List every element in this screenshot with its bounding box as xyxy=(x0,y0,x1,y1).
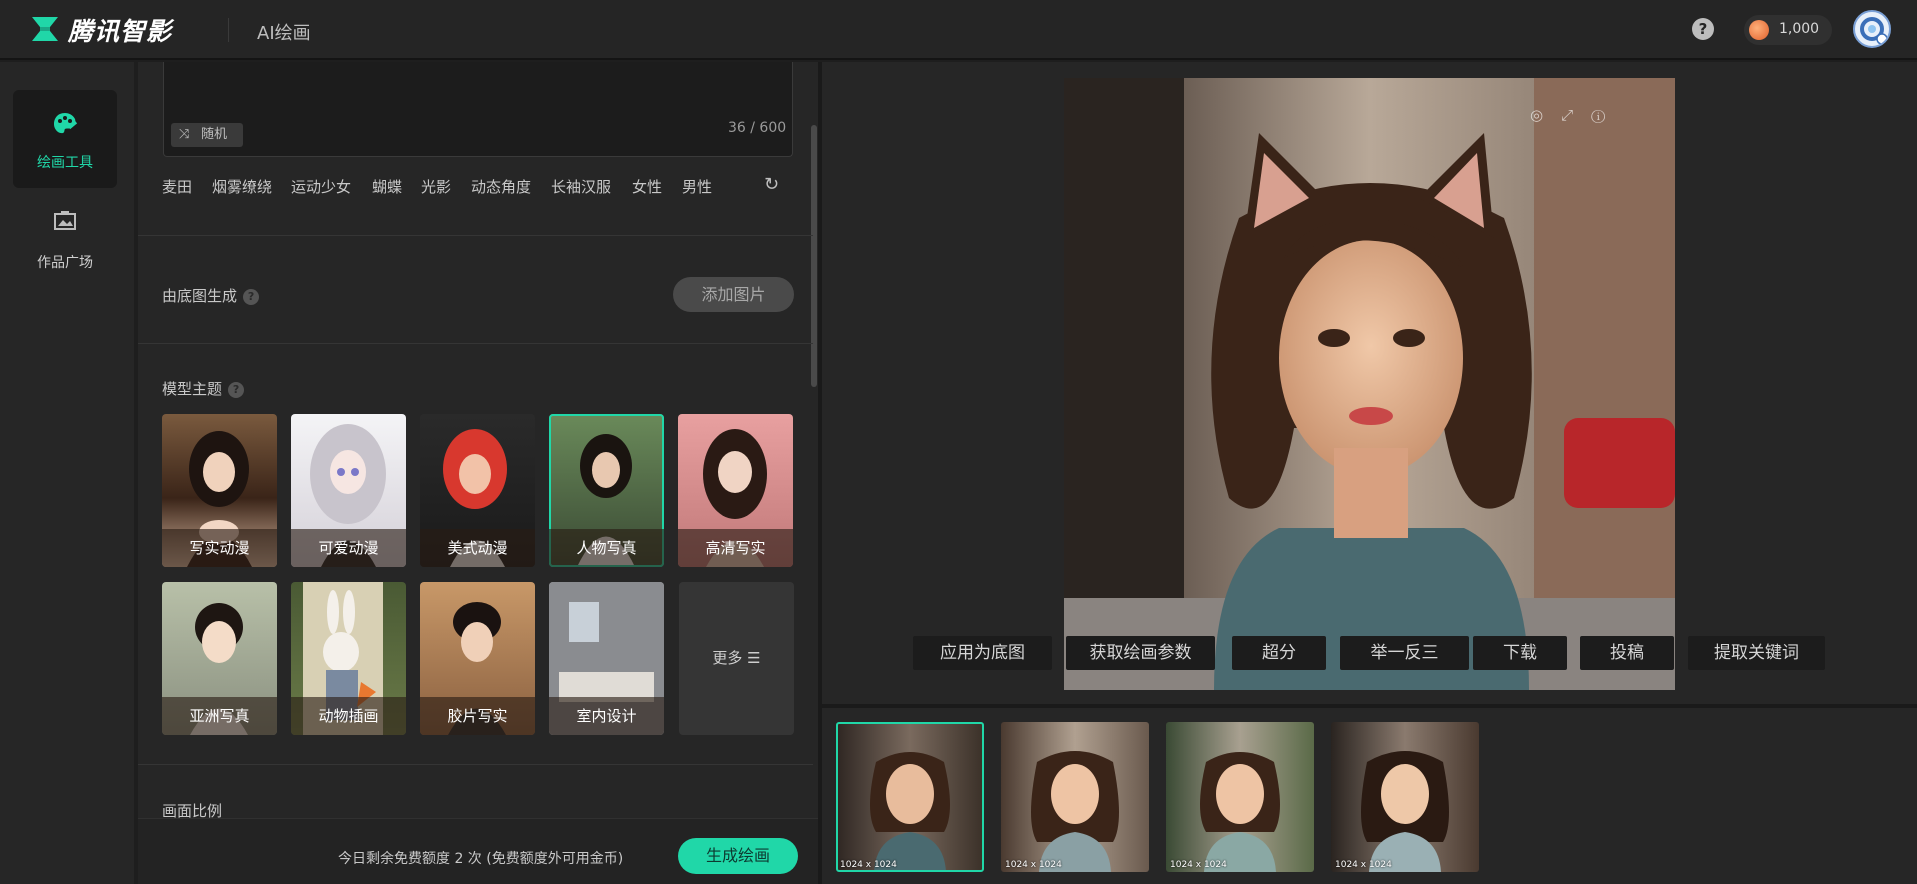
refresh-tags-icon[interactable]: ↻ xyxy=(764,174,779,195)
prompt-tag[interactable]: 麦田 xyxy=(162,176,192,197)
help-icon[interactable]: ? xyxy=(243,289,260,305)
section-divider xyxy=(138,235,813,236)
prompt-tag[interactable]: 动态角度 xyxy=(471,176,531,197)
random-prompt-button[interactable]: ⤨ 随机 xyxy=(171,123,243,147)
prompt-input[interactable] xyxy=(163,62,793,157)
add-image-button[interactable]: 添加图片 xyxy=(673,277,794,312)
result-thumbnail[interactable]: 1024 x 1024 xyxy=(836,722,984,872)
info-icon[interactable]: ⓘ xyxy=(1591,106,1623,124)
random-label: 随机 xyxy=(201,127,228,142)
thumbnail-image xyxy=(1361,751,1449,872)
model-label: 高清写实 xyxy=(678,529,793,567)
model-label: 写实动漫 xyxy=(162,529,277,567)
rail-item-draw-tools[interactable]: 绘画工具 xyxy=(13,90,117,188)
panel-scrollbar[interactable] xyxy=(811,125,817,387)
model-card-asian-portrait[interactable]: 亚洲写真 xyxy=(162,582,277,735)
model-card-american-anime[interactable]: 美式动漫 xyxy=(420,414,535,567)
submit-button[interactable]: 投稿 xyxy=(1580,636,1674,670)
shuffle-icon: ⤨ xyxy=(179,127,190,142)
portrait-image xyxy=(1064,78,1675,690)
thumbnail-image xyxy=(870,752,950,872)
avatar[interactable] xyxy=(1853,10,1891,48)
model-card-cute-anime[interactable]: 可爱动漫 xyxy=(291,414,406,567)
prompt-tag[interactable]: 运动少女 xyxy=(291,176,351,197)
model-label: 动物插画 xyxy=(291,697,406,735)
palette-icon xyxy=(54,113,78,134)
header-divider xyxy=(228,18,229,42)
model-theme-label: 模型主题? xyxy=(162,378,245,399)
expand-icon[interactable]: ⤢ xyxy=(1561,106,1591,124)
thumbnail-size: 1024 x 1024 xyxy=(1005,860,1062,870)
top-header: 腾讯智影 AI绘画 ? 1,000 xyxy=(0,0,1917,60)
brand-name[interactable]: 腾讯智影 xyxy=(68,12,172,48)
gallery-icon xyxy=(54,211,76,230)
zoom-icon[interactable]: ◎ xyxy=(1530,106,1561,124)
model-card-interior-design[interactable]: 室内设计 xyxy=(549,582,664,735)
help-icon[interactable]: ? xyxy=(228,382,245,398)
variations-button[interactable]: 举一反三 xyxy=(1340,636,1469,670)
prompt-tag[interactable]: 蝴蝶 xyxy=(372,176,402,197)
upscale-button[interactable]: 超分 xyxy=(1232,636,1326,670)
model-card-film-realistic[interactable]: 胶片写实 xyxy=(420,582,535,735)
prompt-tag[interactable]: 长袖汉服 xyxy=(551,176,611,197)
prompt-tag[interactable]: 烟雾缭绕 xyxy=(212,176,272,197)
generate-button[interactable]: 生成绘画 xyxy=(678,838,798,874)
section-divider xyxy=(138,764,813,765)
extract-keywords-button[interactable]: 提取关键词 xyxy=(1688,636,1825,670)
prompt-tag[interactable]: 男性 xyxy=(682,176,712,197)
image-toolbar: ◎⤢ⓘ xyxy=(1530,106,1623,124)
model-label: 人物写真 xyxy=(549,529,664,567)
download-button[interactable]: 下载 xyxy=(1473,636,1567,670)
model-label: 可爱动漫 xyxy=(291,529,406,567)
thumbnail-image xyxy=(1200,752,1280,872)
app-title: AI绘画 xyxy=(257,23,311,44)
prompt-tag[interactable]: 光影 xyxy=(421,176,451,197)
coin-balance[interactable]: 1,000 xyxy=(1744,15,1832,45)
result-thumbnail[interactable]: 1024 x 1024 xyxy=(1166,722,1314,872)
model-label: 美式动漫 xyxy=(420,529,535,567)
more-models-button[interactable]: 更多 ☰ xyxy=(679,582,794,735)
result-thumbnail[interactable]: 1024 x 1024 xyxy=(1331,722,1479,872)
thumbnail-size: 1024 x 1024 xyxy=(1170,860,1227,870)
left-rail: 绘画工具 作品广场 xyxy=(0,62,134,884)
base-image-label: 由底图生成? xyxy=(162,285,260,306)
main-preview-image[interactable] xyxy=(1064,78,1675,690)
thumbnail-size: 1024 x 1024 xyxy=(1335,860,1392,870)
rail-item-gallery[interactable]: 作品广场 xyxy=(13,190,117,288)
model-label: 胶片写实 xyxy=(420,697,535,735)
coin-icon xyxy=(1749,20,1769,40)
rail-label: 作品广场 xyxy=(37,255,93,271)
avatar-icon xyxy=(1860,17,1888,45)
coin-count: 1,000 xyxy=(1779,21,1820,37)
result-thumbnail[interactable]: 1024 x 1024 xyxy=(1001,722,1149,872)
free-quota-text: 今日剩余免费额度 2 次 (免费额度外可用金币) xyxy=(338,851,624,867)
model-label: 亚洲写真 xyxy=(162,697,277,735)
apply-as-base-button[interactable]: 应用为底图 xyxy=(913,636,1052,670)
prompt-tag[interactable]: 女性 xyxy=(632,176,662,197)
model-card-realistic-anime[interactable]: 写实动漫 xyxy=(162,414,277,567)
model-card-animal-illustration[interactable]: 动物插画 xyxy=(291,582,406,735)
logo-icon xyxy=(32,17,58,41)
get-params-button[interactable]: 获取绘画参数 xyxy=(1066,636,1215,670)
model-card-hd-realistic[interactable]: 高清写实 xyxy=(678,414,793,567)
section-divider xyxy=(138,343,813,344)
rail-label: 绘画工具 xyxy=(37,155,93,171)
thumbnail-image xyxy=(1031,751,1119,872)
help-icon[interactable]: ? xyxy=(1692,18,1714,40)
prompt-char-counter: 36 / 600 xyxy=(728,120,787,136)
model-label: 室内设计 xyxy=(549,697,664,735)
model-card-portrait-photo[interactable]: 人物写真 xyxy=(549,414,664,567)
thumbnail-size: 1024 x 1024 xyxy=(840,860,897,870)
